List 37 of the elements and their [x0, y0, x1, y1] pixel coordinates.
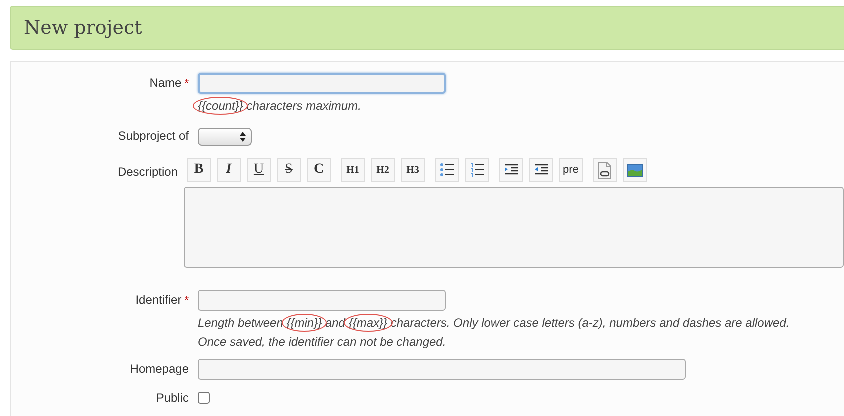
- required-mark: *: [184, 295, 189, 307]
- field-label: Name: [150, 76, 182, 90]
- format-button[interactable]: H1: [341, 158, 365, 182]
- field-label: Identifier: [136, 293, 182, 307]
- field-label: Homepage: [130, 362, 189, 376]
- format-button[interactable]: I: [217, 158, 241, 182]
- format-button[interactable]: H3: [401, 158, 425, 182]
- hint-text: {{count}} characters maximum.: [198, 99, 362, 113]
- format-button[interactable]: H2: [371, 158, 395, 182]
- dropdown[interactable]: [198, 128, 252, 146]
- bullet-list-icon: [440, 163, 454, 177]
- numbered-list-icon: [470, 163, 484, 177]
- toolbar-button[interactable]: [593, 158, 617, 182]
- text-field[interactable]: [198, 290, 446, 311]
- updown-arrow-icon: [240, 132, 246, 142]
- toolbar-button[interactable]: [499, 158, 523, 182]
- checkbox[interactable]: [198, 392, 210, 404]
- format-button[interactable]: U: [247, 158, 271, 182]
- indent-icon: [504, 164, 518, 176]
- field-label: Subproject of: [118, 129, 189, 143]
- field-label: Public: [156, 391, 189, 405]
- field-label: Description: [118, 165, 178, 179]
- format-button[interactable]: C: [307, 158, 331, 182]
- format-button[interactable]: pre: [559, 158, 583, 182]
- text-field[interactable]: [198, 73, 446, 94]
- text-field[interactable]: [198, 359, 686, 380]
- required-mark: *: [184, 78, 189, 90]
- toolbar-button[interactable]: [465, 158, 489, 182]
- format-button[interactable]: S: [277, 158, 301, 182]
- toolbar-button[interactable]: [529, 158, 553, 182]
- document-link-icon: [598, 162, 612, 178]
- toolbar-button[interactable]: [435, 158, 459, 182]
- hint-text: Once saved, the identifier can not be changed.: [198, 335, 446, 349]
- image-icon: [627, 164, 643, 176]
- format-button[interactable]: B: [187, 158, 211, 182]
- outdent-icon: [534, 164, 548, 176]
- page-title: New project: [24, 17, 142, 39]
